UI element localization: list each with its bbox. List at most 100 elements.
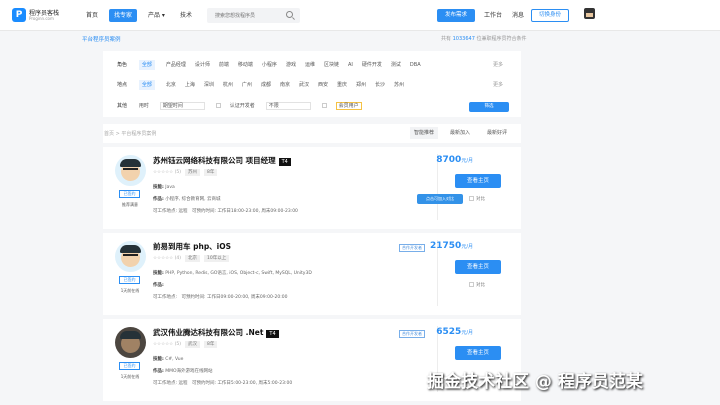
- price-unit: 元/月: [461, 330, 473, 336]
- works-line: 作品:: [153, 282, 164, 288]
- location-option[interactable]: 郑州: [356, 80, 366, 90]
- workbench-link[interactable]: 工作台: [484, 9, 502, 22]
- nav-tech[interactable]: 技术: [180, 9, 192, 22]
- user-avatar[interactable]: [584, 8, 595, 19]
- location-option[interactable]: 西安: [318, 80, 328, 90]
- role-option[interactable]: 硬件开发: [362, 60, 382, 70]
- skills-value: PHP, Python, Redis, GO语言, iOS, Object-c,…: [165, 271, 312, 276]
- skills-label: 技能:: [153, 357, 164, 362]
- search-box: [207, 8, 300, 23]
- role-filter-row: 角色 全部 产品经理 设计师 前端 移动端 小程序 游戏 运维 区块链 AI 硬件开发 测试 DBA: [117, 60, 430, 70]
- avatar-hair: [120, 159, 141, 167]
- role-option[interactable]: 小程序: [262, 60, 277, 70]
- location-option-all[interactable]: 全部: [138, 80, 155, 90]
- partner-status-badge: 合作开发者: [399, 330, 425, 338]
- skills-value: Java: [165, 185, 175, 190]
- location-filter-label: 地点: [117, 82, 128, 88]
- sort-newest[interactable]: 最新加入: [446, 127, 474, 139]
- certified-select[interactable]: 不限: [265, 101, 311, 110]
- location-option[interactable]: 苏州: [394, 80, 404, 90]
- role-option[interactable]: AI: [348, 60, 353, 70]
- location-option[interactable]: 上海: [185, 80, 195, 90]
- developer-card[interactable]: 已签约 1天前在线 前易到用车 php、iOS 合作开发者 ☆☆☆☆☆ (4) 北…: [103, 233, 521, 315]
- location-option[interactable]: 杭州: [223, 80, 233, 90]
- role-option[interactable]: 运维: [305, 60, 315, 70]
- search-icon[interactable]: [286, 11, 293, 18]
- role-filter-label: 角色: [117, 62, 128, 68]
- role-option[interactable]: 移动端: [238, 60, 253, 70]
- view-profile-button[interactable]: 查看主页: [455, 260, 501, 274]
- member-filter-tag[interactable]: 会员用户: [335, 102, 362, 110]
- certified-checkbox[interactable]: [215, 103, 221, 108]
- city-tag: 苏州: [184, 169, 200, 176]
- availability-line: 可工作地点: 远程 可预约时间: 工作日18:00-23:00, 周末09:00…: [153, 208, 298, 214]
- nav-products[interactable]: 产品 ▾: [148, 9, 165, 22]
- stat-count: 1033647: [452, 36, 475, 42]
- member-checkbox[interactable]: [321, 103, 327, 108]
- role-option[interactable]: 区块链: [324, 60, 339, 70]
- location-option[interactable]: 长沙: [375, 80, 385, 90]
- post-requirement-button[interactable]: 发布需求: [437, 9, 475, 22]
- skills-line: 技能: PHP, Python, Redis, GO语言, iOS, Objec…: [153, 270, 312, 276]
- developer-meta: ☆☆☆☆☆ (5) 苏州 8年: [153, 169, 218, 176]
- skills-line: 技能: Java: [153, 184, 175, 190]
- location-option[interactable]: 北京: [166, 80, 176, 90]
- location-option[interactable]: 成都: [261, 80, 271, 90]
- view-profile-button[interactable]: 查看主页: [455, 346, 501, 360]
- role-option[interactable]: 游戏: [286, 60, 296, 70]
- platform-cases-link[interactable]: 平台程序员案例: [82, 35, 121, 43]
- messages-link[interactable]: 消息: [512, 9, 524, 22]
- developer-name[interactable]: 武汉伟业腾达科技有限公司 .Net T4: [153, 327, 279, 338]
- sort-rating[interactable]: 最新好评: [483, 127, 511, 139]
- location-option[interactable]: 广州: [242, 80, 252, 90]
- developer-avatar[interactable]: [115, 241, 146, 272]
- developer-note: 1天前在线: [120, 374, 140, 379]
- filter-panel: 角色 全部 产品经理 设计师 前端 移动端 小程序 游戏 运维 区块链 AI 硬件开发 测试 DBA …: [103, 51, 521, 117]
- role-option[interactable]: 设计师: [195, 60, 210, 70]
- signed-badge: 已签约: [119, 276, 140, 284]
- search-input[interactable]: [215, 11, 285, 20]
- location-option[interactable]: 重庆: [337, 80, 347, 90]
- developer-card[interactable]: 已签约 推荐满意 苏州钰云网络科技有限公司 项目经理 T4 ☆☆☆☆☆ (5) 苏州…: [103, 147, 521, 229]
- price-value: 6525: [436, 327, 462, 337]
- time-filter-input[interactable]: 期望时间: [159, 101, 205, 110]
- developer-name[interactable]: 前易到用车 php、iOS: [153, 241, 231, 252]
- role-more-link[interactable]: 更多: [493, 61, 503, 68]
- work-location-value: 远程: [178, 209, 188, 214]
- switch-identity-button[interactable]: 切换身份: [531, 9, 569, 22]
- compare-checkbox[interactable]: 对比: [469, 196, 485, 202]
- price-unit: 元/月: [461, 244, 473, 250]
- compare-box[interactable]: [469, 282, 474, 287]
- site-logo[interactable]: P 程序员客栈 Proginn.com: [12, 8, 72, 23]
- compare-box[interactable]: [469, 196, 474, 201]
- developer-name-text: 苏州钰云网络科技有限公司 项目经理: [153, 156, 276, 165]
- price-unit: 元/月: [461, 158, 473, 164]
- location-filter-row: 地点 全部 北京 上海 深圳 杭州 广州 成都 南京 武汉 西安 重庆 郑州 长沙 苏州: [117, 80, 413, 90]
- role-option[interactable]: 前端: [219, 60, 229, 70]
- location-option[interactable]: 深圳: [204, 80, 214, 90]
- location-more-link[interactable]: 更多: [493, 81, 503, 88]
- sort-recommended[interactable]: 智能推荐: [410, 127, 439, 139]
- role-option[interactable]: 产品经理: [166, 60, 186, 70]
- compare-label: 对比: [476, 283, 485, 288]
- skills-label: 技能:: [153, 185, 164, 190]
- location-option[interactable]: 武汉: [299, 80, 309, 90]
- view-profile-button[interactable]: 查看主页: [455, 174, 501, 188]
- works-value: 小程序, 综合教育网, 云商城: [165, 197, 221, 202]
- role-option-all[interactable]: 全部: [138, 60, 155, 70]
- role-option[interactable]: 测试: [391, 60, 401, 70]
- location-option[interactable]: 南京: [280, 80, 290, 90]
- level-badge: T4: [266, 330, 279, 338]
- nav-home[interactable]: 首页: [86, 9, 98, 22]
- compare-checkbox[interactable]: 对比: [469, 282, 485, 288]
- developer-avatar[interactable]: [115, 155, 146, 186]
- developer-name[interactable]: 苏州钰云网络科技有限公司 项目经理 T4: [153, 155, 291, 166]
- avatar-glasses: [123, 168, 138, 173]
- nav-find-expert[interactable]: 找专家: [109, 9, 138, 22]
- role-option[interactable]: DBA: [410, 60, 421, 70]
- filter-button[interactable]: 筛选: [469, 102, 509, 112]
- developer-avatar[interactable]: [115, 327, 146, 358]
- city-tag: 武汉: [184, 341, 200, 348]
- appointment-label: 可预约时间:: [191, 381, 216, 386]
- availability-line: 可工作地点: 远程 可预约时间: 工作日5:00-23:00, 周末5:00-2…: [153, 380, 292, 386]
